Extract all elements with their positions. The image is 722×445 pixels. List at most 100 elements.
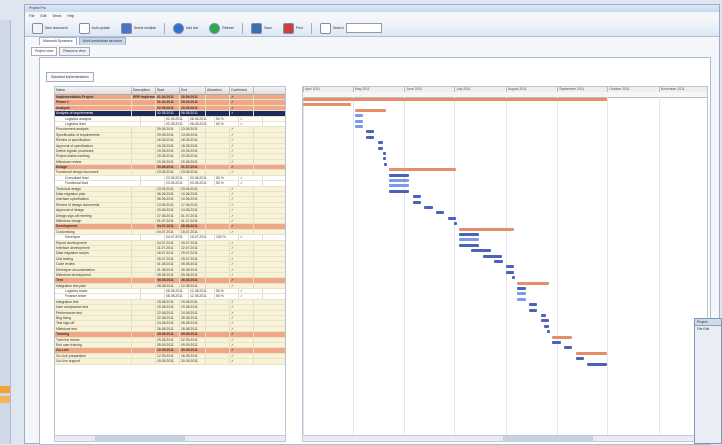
table-cell	[132, 240, 156, 245]
gantt-summary-bar[interactable]	[303, 103, 352, 107]
gantt-task-bar[interactable]	[544, 324, 550, 328]
toolbar-button-6[interactable]: Print	[280, 22, 306, 35]
gantt-task-bar[interactable]	[424, 206, 433, 209]
menu-file[interactable]: File	[29, 12, 34, 20]
toolbar-button-1[interactable]: Auto update	[76, 22, 113, 35]
toolbar-button-2[interactable]: Select multiple	[118, 22, 159, 35]
column-header[interactable]: Name	[55, 87, 132, 94]
tab-work-breakdown[interactable]: Work breakdown structure	[78, 37, 127, 45]
gantt-task-bar[interactable]	[412, 200, 422, 204]
table-row[interactable]: Go-Live support 19.09.2011 30.09.2011 ✓	[55, 359, 285, 365]
gantt-task-bar[interactable]	[389, 184, 410, 188]
table-cell: Integration test plan	[55, 283, 132, 289]
toolbar-button-7[interactable]: Search	[317, 22, 385, 35]
toolbar-button-5[interactable]: Save	[248, 22, 275, 35]
gantt-task-bar[interactable]	[366, 130, 375, 134]
table-cell	[206, 154, 230, 159]
gantt-summary-bar[interactable]	[517, 281, 550, 285]
search-input[interactable]	[345, 23, 382, 33]
column-header[interactable]: Start	[156, 87, 180, 94]
gantt-task-bar[interactable]	[540, 314, 546, 317]
table-cell: ✓	[230, 224, 254, 229]
gantt-horizontal-scrollbar[interactable]	[302, 435, 708, 442]
table-cell: Performance test	[55, 310, 132, 316]
menu-views[interactable]: Views	[52, 12, 61, 20]
table-cell	[206, 353, 230, 359]
gantt-task-bar[interactable]	[459, 233, 480, 236]
gantt-summary-bar[interactable]	[552, 335, 573, 339]
gantt-task-bar[interactable]	[470, 249, 491, 253]
gantt-task-bar[interactable]	[382, 152, 387, 155]
table-cell	[206, 251, 230, 256]
gantt-task-bar[interactable]	[454, 222, 458, 226]
table-cell: 09.09.2011	[180, 342, 206, 348]
gantt-task-bar[interactable]	[529, 303, 538, 307]
gantt-task-bar[interactable]	[482, 254, 503, 258]
gantt-task-bar[interactable]	[447, 216, 456, 220]
gantt-task-bar[interactable]	[494, 260, 503, 263]
gantt-summary-bar[interactable]	[303, 98, 608, 101]
gantt-summary-bar[interactable]	[354, 108, 387, 112]
gantt-task-bar[interactable]	[436, 211, 445, 215]
column-header[interactable]: End	[180, 87, 206, 94]
column-header[interactable]: Allocation	[206, 87, 230, 94]
gantt-task-bar[interactable]	[389, 173, 410, 177]
gantt-task-bar[interactable]	[552, 341, 561, 344]
gantt-task-bar[interactable]	[512, 276, 516, 280]
gantt-task-bar[interactable]	[382, 157, 387, 161]
gantt-task-bar[interactable]	[389, 189, 410, 193]
gantt-task-bar[interactable]	[547, 330, 551, 334]
filter-chip[interactable]: Standard implementation	[46, 72, 94, 82]
menu-help[interactable]: Help	[67, 12, 74, 20]
toolbar-button-label: Save	[264, 26, 272, 30]
gantt-task-bar[interactable]	[459, 238, 480, 242]
gantt-task-bar[interactable]	[505, 265, 515, 269]
table-cell	[132, 100, 156, 105]
grid-horizontal-scrollbar[interactable]	[54, 435, 286, 442]
gantt-task-bar[interactable]	[587, 362, 608, 366]
gantt-task-bar[interactable]	[517, 287, 526, 290]
gantt-task-bar[interactable]	[517, 297, 526, 301]
gantt-task-bar[interactable]	[412, 195, 422, 199]
gantt-summary-bar[interactable]	[575, 351, 608, 355]
dock-button-orange-2[interactable]	[0, 396, 10, 403]
table-cell: Go-Live preparation	[55, 353, 132, 359]
gantt-task-bar[interactable]	[540, 319, 550, 323]
dock-button-orange[interactable]	[0, 386, 10, 393]
gantt-task-bar[interactable]	[529, 308, 538, 312]
left-dock-strip	[0, 20, 11, 444]
gantt-scroll-thumb[interactable]	[503, 436, 593, 441]
tab-microsoft-dynamics[interactable]: Microsoft Dynamics	[39, 37, 77, 45]
column-header[interactable]: Confirmed	[230, 87, 254, 94]
table-cell	[132, 192, 156, 197]
gantt-task-bar[interactable]	[575, 357, 584, 361]
toolbar-button-3[interactable]: Add line	[170, 22, 201, 35]
gantt-task-bar[interactable]	[354, 125, 363, 128]
gantt-task-bar[interactable]	[459, 243, 480, 247]
gantt-task-bar[interactable]	[377, 141, 383, 145]
tab-resource-view[interactable]: Resource view	[59, 47, 90, 56]
gantt-task-bar[interactable]	[389, 179, 410, 182]
calendar-icon	[120, 22, 132, 34]
tab-project-view[interactable]: Project view	[31, 47, 58, 56]
grid-scroll-thumb[interactable]	[95, 436, 185, 441]
gantt-task-bar[interactable]	[564, 346, 573, 350]
gantt-task-bar[interactable]	[377, 146, 383, 150]
table-cell: Data migration plan	[55, 192, 132, 197]
gantt-task-bar[interactable]	[354, 119, 363, 123]
gantt-task-bar[interactable]	[354, 114, 363, 118]
gantt-summary-bar[interactable]	[389, 168, 456, 172]
menu-edit[interactable]: Edit	[40, 12, 46, 20]
toolbar-button-0[interactable]: New document	[29, 22, 71, 35]
gantt-summary-bar[interactable]	[459, 227, 515, 231]
gantt-task-bar[interactable]	[517, 292, 526, 296]
column-header[interactable]: Description	[132, 87, 156, 94]
table-cell	[206, 337, 230, 342]
secondary-window[interactable]: Project File Edit	[694, 318, 722, 444]
gantt-task-bar[interactable]	[384, 162, 388, 166]
table-cell: 100 %	[215, 235, 239, 240]
gantt-task-bar[interactable]	[505, 270, 515, 274]
gantt-task-bar[interactable]	[366, 135, 375, 139]
toolbar-button-4[interactable]: Refresh	[206, 22, 237, 35]
table-cell: 01.08.2011	[156, 267, 180, 272]
